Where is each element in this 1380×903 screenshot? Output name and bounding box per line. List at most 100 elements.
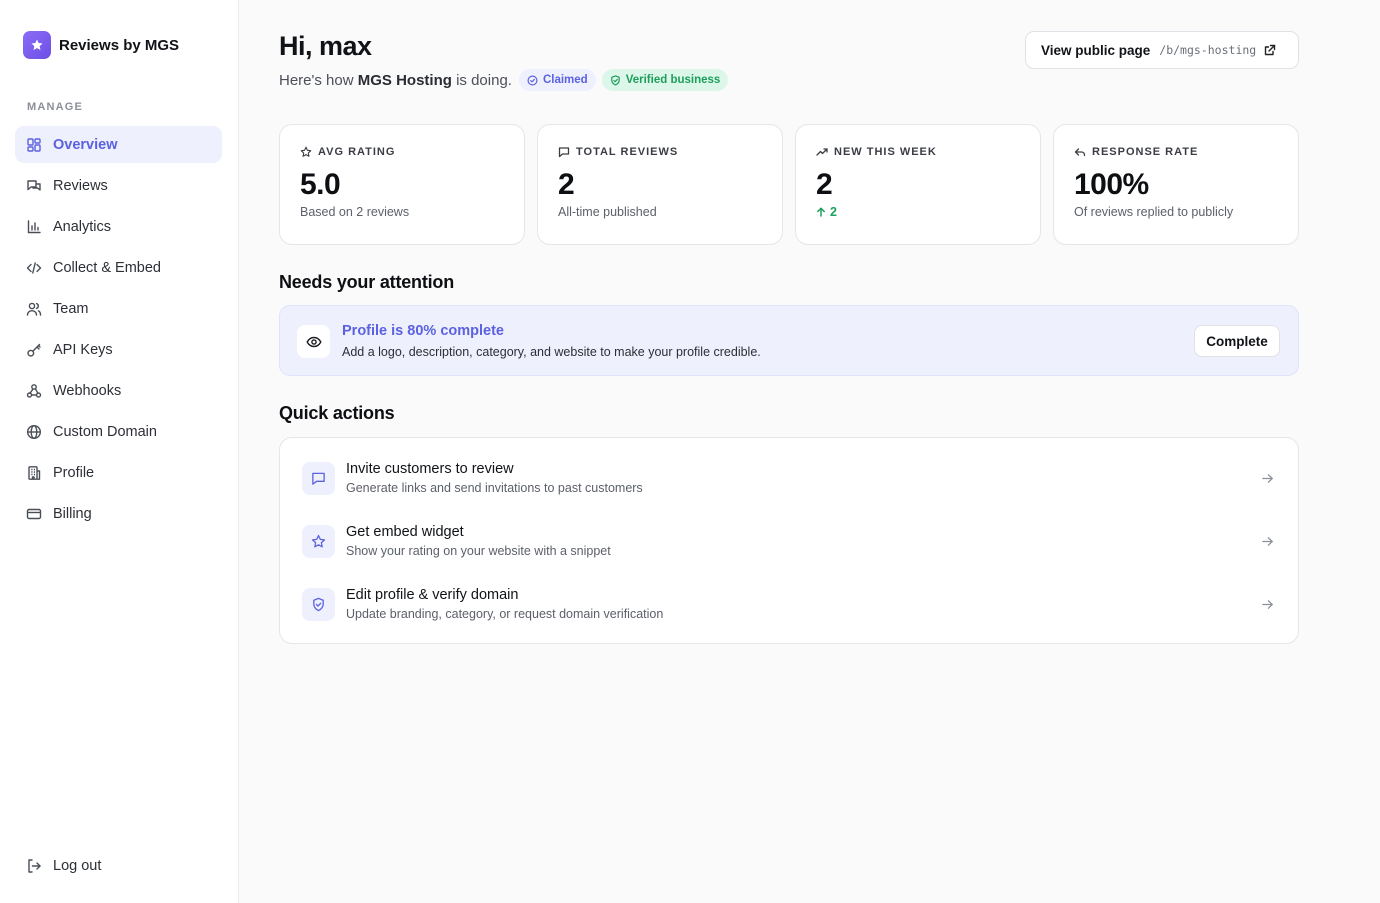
sidebar: Reviews by MGS MANAGE Overview Reviews A… xyxy=(0,0,239,903)
sidebar-section-label: MANAGE xyxy=(27,101,84,113)
key-icon xyxy=(26,342,42,358)
sidebar-item-label: Overview xyxy=(53,136,118,153)
building-icon xyxy=(26,465,42,481)
webhook-icon xyxy=(26,383,42,399)
code-icon xyxy=(26,260,42,276)
sidebar-item-custom-domain[interactable]: Custom Domain xyxy=(15,413,222,450)
verified-badge-label: Verified business xyxy=(625,74,721,86)
logout-label: Log out xyxy=(53,858,102,874)
users-icon xyxy=(26,301,42,317)
claimed-badge-label: Claimed xyxy=(542,74,588,86)
chat-bubbles-icon xyxy=(26,178,42,194)
attention-heading: Needs your attention xyxy=(279,272,455,292)
stat-trend: 2 xyxy=(816,205,1020,219)
star-icon xyxy=(300,146,312,158)
quick-action-description: Show your rating on your website with a … xyxy=(346,544,611,558)
subtitle-prefix: Here's how xyxy=(279,71,354,89)
sidebar-item-billing[interactable]: Billing xyxy=(15,495,222,532)
quick-actions-heading: Quick actions xyxy=(279,403,395,423)
business-name: MGS Hosting xyxy=(357,71,452,89)
sidebar-item-label: Custom Domain xyxy=(53,423,157,440)
stat-label: AVG RATING xyxy=(318,146,396,158)
arrow-right-icon xyxy=(1261,472,1274,485)
sidebar-item-reviews[interactable]: Reviews xyxy=(15,167,222,204)
stat-trend-value: 2 xyxy=(830,205,837,219)
view-public-page-label: View public page xyxy=(1041,42,1151,58)
quick-action-title: Edit profile & verify domain xyxy=(346,587,519,603)
stat-subtext: All-time published xyxy=(558,205,657,219)
attention-title: Profile is 80% complete xyxy=(342,323,504,339)
page-subtitle: Here's how MGS Hosting is doing. Claimed… xyxy=(279,69,729,91)
quick-action-title: Get embed widget xyxy=(346,524,464,540)
stat-label: NEW THIS WEEK xyxy=(834,146,937,158)
complete-profile-button[interactable]: Complete xyxy=(1194,325,1280,357)
stat-label: TOTAL REVIEWS xyxy=(576,146,679,158)
brand[interactable]: Reviews by MGS xyxy=(23,31,179,59)
shield-check-icon xyxy=(302,588,335,621)
sidebar-item-label: Collect & Embed xyxy=(53,259,161,276)
arrow-up-icon xyxy=(816,207,826,217)
quick-action-edit-profile[interactable]: Edit profile & verify domain Update bran… xyxy=(280,576,1298,639)
stat-header: TOTAL REVIEWS xyxy=(558,146,762,158)
stat-card-response-rate: RESPONSE RATE 100% Of reviews replied to… xyxy=(1053,124,1299,245)
sidebar-item-profile[interactable]: Profile xyxy=(15,454,222,491)
sidebar-item-label: Analytics xyxy=(53,218,112,235)
stat-value: 100% xyxy=(1074,168,1149,201)
message-icon xyxy=(302,462,335,495)
public-page-path: /b/mgs-hosting xyxy=(1159,43,1257,57)
reply-icon xyxy=(1074,146,1086,158)
stat-subtext: Based on 2 reviews xyxy=(300,205,410,219)
sidebar-item-label: Billing xyxy=(53,505,92,522)
sidebar-item-label: Webhooks xyxy=(53,382,122,399)
quick-action-title: Invite customers to review xyxy=(346,461,514,477)
page-title: Hi, max xyxy=(279,31,372,61)
stat-header: RESPONSE RATE xyxy=(1074,146,1278,158)
attention-description: Add a logo, description, category, and w… xyxy=(342,345,761,359)
dashboard-icon xyxy=(26,137,42,153)
brand-star-icon xyxy=(23,31,51,59)
eye-icon xyxy=(297,325,330,358)
bar-chart-icon xyxy=(26,219,42,235)
sidebar-item-label: Reviews xyxy=(53,177,108,194)
brand-name: Reviews by MGS xyxy=(59,36,180,54)
sidebar-item-webhooks[interactable]: Webhooks xyxy=(15,372,222,409)
sidebar-item-label: Team xyxy=(53,300,89,317)
sidebar-item-api-keys[interactable]: API Keys xyxy=(15,331,222,368)
stat-card-avg-rating: AVG RATING 5.0 Based on 2 reviews xyxy=(279,124,525,245)
logout-button[interactable]: Log out xyxy=(26,858,101,874)
quick-action-embed-widget[interactable]: Get embed widget Show your rating on you… xyxy=(280,513,1298,576)
stat-header: NEW THIS WEEK xyxy=(816,146,1020,158)
trending-up-icon xyxy=(816,146,828,158)
star-icon xyxy=(302,525,335,558)
logout-icon xyxy=(26,858,42,874)
stat-card-total-reviews: TOTAL REVIEWS 2 All-time published xyxy=(537,124,783,245)
stat-subtext: Of reviews replied to publicly xyxy=(1074,205,1234,219)
globe-icon xyxy=(26,424,42,440)
sidebar-item-label: API Keys xyxy=(53,341,113,358)
quick-action-invite[interactable]: Invite customers to review Generate link… xyxy=(280,450,1298,513)
quick-action-description: Update branding, category, or request do… xyxy=(346,607,664,621)
credit-card-icon xyxy=(26,506,42,522)
arrow-right-icon xyxy=(1261,535,1274,548)
sidebar-nav: Overview Reviews Analytics Collect & Emb… xyxy=(15,126,222,536)
attention-banner: Profile is 80% complete Add a logo, desc… xyxy=(279,305,1299,376)
sidebar-item-label: Profile xyxy=(53,464,95,481)
claimed-badge: Claimed xyxy=(518,69,596,91)
stat-label: RESPONSE RATE xyxy=(1092,146,1199,158)
quick-action-description: Generate links and send invitations to p… xyxy=(346,481,643,495)
sidebar-item-overview[interactable]: Overview xyxy=(15,126,222,163)
stats-row: AVG RATING 5.0 Based on 2 reviews TOTAL … xyxy=(279,124,1299,245)
stat-value: 5.0 xyxy=(300,168,341,201)
view-public-page-button[interactable]: View public page /b/mgs-hosting xyxy=(1025,31,1299,69)
stat-header: AVG RATING xyxy=(300,146,504,158)
stat-card-new-this-week: NEW THIS WEEK 2 2 xyxy=(795,124,1041,245)
arrow-right-icon xyxy=(1261,598,1274,611)
quick-actions-card: Invite customers to review Generate link… xyxy=(279,437,1299,644)
shield-check-icon xyxy=(610,74,621,86)
check-circle-icon xyxy=(527,75,538,86)
sidebar-item-team[interactable]: Team xyxy=(15,290,222,327)
stat-value: 2 xyxy=(558,168,575,201)
sidebar-item-analytics[interactable]: Analytics xyxy=(15,208,222,245)
subtitle-suffix: is doing. xyxy=(456,71,512,89)
sidebar-item-collect-embed[interactable]: Collect & Embed xyxy=(15,249,222,286)
